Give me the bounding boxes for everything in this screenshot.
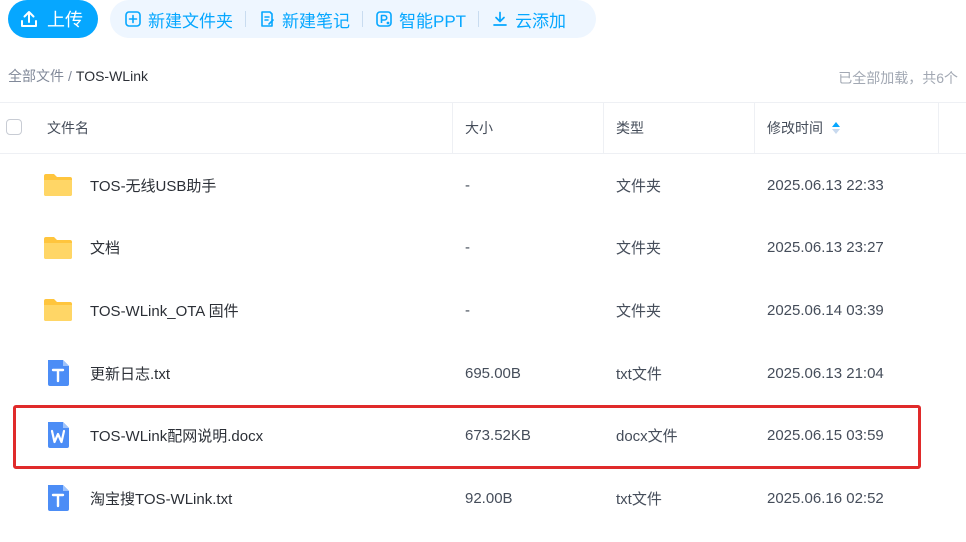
file-name[interactable]: TOS-无线USB助手 [90, 154, 216, 217]
folder-icon [44, 236, 72, 259]
header-modified-label: 修改时间 [767, 120, 823, 136]
file-type: txt文件 [616, 365, 662, 383]
toolbar: 上传 新建文件夹 新建笔记 智能PPT 云添加 [0, 0, 966, 40]
upload-icon [21, 11, 37, 27]
file-name[interactable]: TOS-WLink配网说明.docx [90, 404, 263, 467]
file-modified: 2025.06.14 03:39 [767, 301, 884, 319]
file-size: 695.00B [465, 364, 521, 382]
table-row[interactable]: 文档 - 文件夹 2025.06.13 23:27 [0, 217, 966, 280]
file-modified: 2025.06.13 21:04 [767, 364, 884, 382]
breadcrumb-separator: / [68, 68, 72, 84]
table-row[interactable]: TOS-无线USB助手 - 文件夹 2025.06.13 22:33 [0, 154, 966, 217]
table-header: 文件名 大小 类型 修改时间 [0, 102, 966, 154]
header-name[interactable]: 文件名 [47, 103, 89, 153]
file-size: 673.52KB [465, 427, 531, 445]
upload-label: 上传 [47, 10, 83, 30]
add-folder-icon [125, 11, 141, 27]
new-folder-label: 新建文件夹 [148, 11, 233, 31]
column-divider [603, 103, 604, 153]
loaded-status: 已全部加载，共6个 [838, 70, 958, 86]
file-modified: 2025.06.15 03:59 [767, 427, 884, 445]
file-modified: 2025.06.16 02:52 [767, 489, 884, 507]
breadcrumb-current: TOS-WLink [75, 68, 148, 84]
file-type: 文件夹 [616, 302, 662, 320]
download-icon [493, 11, 507, 26]
smart-ppt-label: 智能PPT [399, 11, 467, 31]
note-icon [261, 11, 274, 27]
table-row[interactable]: TOS-WLink配网说明.docx 673.52KB docx文件 2025.… [0, 404, 966, 467]
header-size[interactable]: 大小 [465, 103, 493, 153]
word-file-icon [48, 422, 69, 449]
folder-icon [44, 299, 72, 322]
file-name[interactable]: 更新日志.txt [90, 342, 170, 405]
file-modified: 2025.06.13 23:27 [767, 239, 884, 257]
breadcrumb: 全部文件 / TOS-WLink [8, 66, 148, 86]
column-divider [938, 103, 939, 153]
smart-ppt-button[interactable]: 智能PPT [375, 0, 466, 38]
divider [362, 11, 363, 27]
file-size: - [465, 176, 470, 194]
file-type: 文件夹 [616, 240, 662, 258]
divider [245, 11, 246, 27]
divider [478, 11, 480, 27]
file-name[interactable]: 淘宝搜TOS-WLink.txt [90, 467, 232, 530]
table-row[interactable]: TOS-WLink_OTA 固件 - 文件夹 2025.06.14 03:39 [0, 279, 966, 342]
new-note-label: 新建笔记 [282, 11, 350, 31]
file-name[interactable]: 文档 [90, 217, 120, 280]
file-modified: 2025.06.13 22:33 [767, 176, 884, 194]
breadcrumb-root[interactable]: 全部文件 [8, 68, 64, 84]
txt-file-icon [48, 359, 69, 386]
file-size: - [465, 239, 470, 257]
table-row[interactable]: 淘宝搜TOS-WLink.txt 92.00B txt文件 2025.06.16… [0, 467, 966, 530]
file-name[interactable]: TOS-WLink_OTA 固件 [90, 279, 239, 342]
table-row[interactable]: 更新日志.txt 695.00B txt文件 2025.06.13 21:04 [0, 342, 966, 405]
new-note-button[interactable]: 新建笔记 [258, 0, 350, 38]
txt-file-icon [48, 484, 69, 511]
header-modified[interactable]: 修改时间 [767, 103, 841, 153]
file-type: 文件夹 [616, 177, 662, 195]
file-type: docx文件 [616, 428, 678, 446]
header-type[interactable]: 类型 [616, 103, 644, 153]
cloud-add-button[interactable]: 云添加 [491, 0, 566, 38]
folder-icon [44, 174, 72, 196]
column-divider [452, 103, 453, 153]
action-bar: 新建文件夹 新建笔记 智能PPT 云添加 [110, 0, 596, 38]
file-size: 92.00B [465, 489, 513, 507]
sort-icon[interactable] [831, 121, 841, 135]
file-type: txt文件 [616, 490, 662, 508]
ppt-icon [376, 11, 392, 27]
column-divider [754, 103, 755, 153]
file-size: - [465, 301, 470, 319]
file-list: TOS-无线USB助手 - 文件夹 2025.06.13 22:33 文档 - … [0, 154, 966, 530]
upload-button[interactable]: 上传 [8, 0, 98, 38]
cloud-add-label: 云添加 [515, 11, 567, 31]
select-all-checkbox[interactable] [6, 119, 22, 135]
new-folder-button[interactable]: 新建文件夹 [124, 0, 233, 38]
